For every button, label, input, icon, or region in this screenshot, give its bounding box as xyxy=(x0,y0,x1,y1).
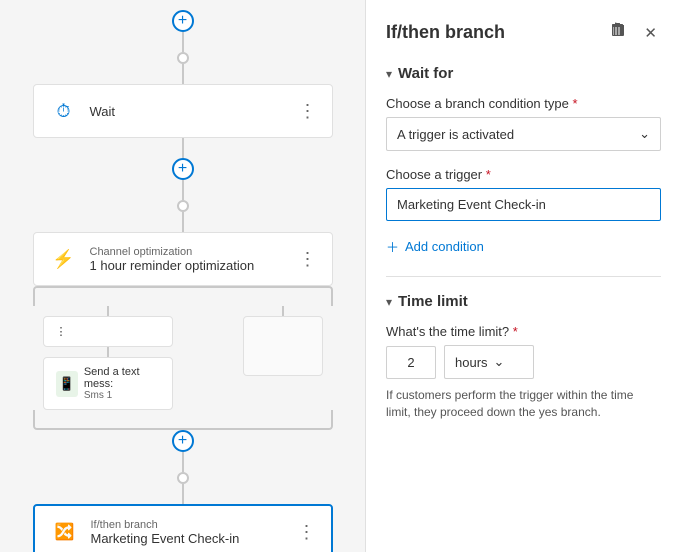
branch-condition-select[interactable]: A trigger is activated ⌄ xyxy=(386,117,661,151)
channel-opt-subtitle: Channel optimization xyxy=(90,246,255,258)
connector xyxy=(182,180,184,200)
branch-right-card xyxy=(243,316,323,376)
divider xyxy=(386,276,661,277)
connector xyxy=(182,64,184,84)
wait-card-left: ⏱ Wait xyxy=(48,95,116,127)
connector-dot xyxy=(177,472,189,484)
ifthen-menu[interactable]: ⋮ xyxy=(298,522,317,543)
time-unit-value: hours xyxy=(455,355,488,370)
connector xyxy=(182,138,184,158)
close-button[interactable]: ✕ xyxy=(640,22,661,44)
required-asterisk2: * xyxy=(486,167,491,182)
trigger-label: Choose a trigger * xyxy=(386,167,661,182)
time-limit-title: Time limit xyxy=(398,293,468,310)
connector xyxy=(182,484,184,504)
wait-menu[interactable]: ⋮ xyxy=(299,101,318,122)
wait-title: Wait xyxy=(90,104,116,119)
trigger-group: Choose a trigger * xyxy=(386,167,661,221)
sms-title: Send a text mess: xyxy=(84,366,160,390)
time-value-input[interactable] xyxy=(386,346,436,379)
unit-chevron-icon: ⌄ xyxy=(494,354,505,370)
required-asterisk3: * xyxy=(513,324,518,339)
branch-condition-label: Choose a branch condition type * xyxy=(386,96,661,111)
chevron-down-icon2: ▾ xyxy=(386,295,392,309)
channel-opt-text: Channel optimization 1 hour reminder opt… xyxy=(90,246,255,273)
branch-condition-group: Choose a branch condition type * A trigg… xyxy=(386,96,661,151)
time-limit-section-header[interactable]: ▾ Time limit xyxy=(386,293,661,310)
helper-text: If customers perform the trigger within … xyxy=(386,387,661,421)
plus-icon: ＋ xyxy=(386,237,399,256)
wait-for-section-header[interactable]: ▾ Wait for xyxy=(386,65,661,82)
time-unit-select[interactable]: hours ⌄ xyxy=(444,345,534,379)
channel-opt-menu[interactable]: ⋮ xyxy=(299,249,318,270)
sms-text: Send a text mess: Sms 1 xyxy=(84,366,160,401)
channel-icon: ⚡ xyxy=(48,243,80,275)
connector-dot xyxy=(177,200,189,212)
time-limit-row: hours ⌄ xyxy=(386,345,661,379)
ifthen-title: Marketing Event Check-in xyxy=(91,531,240,546)
connector xyxy=(182,212,184,232)
channel-opt-title: 1 hour reminder optimization xyxy=(90,258,255,273)
flow-canvas: + ⏱ Wait ⋮ + ⚡ Channel optimization xyxy=(0,0,365,552)
channel-opt-card[interactable]: ⚡ Channel optimization 1 hour reminder o… xyxy=(33,232,333,286)
connector-dot xyxy=(177,52,189,64)
branch-left-text: ⋮ xyxy=(56,325,67,338)
add-button-lower[interactable]: + xyxy=(172,430,194,452)
trigger-input[interactable] xyxy=(386,188,661,221)
add-button-mid[interactable]: + xyxy=(172,158,194,180)
time-limit-group: What's the time limit? * hours ⌄ If cust… xyxy=(386,324,661,421)
branch-left-title: ⋮ xyxy=(56,325,67,338)
connector xyxy=(182,452,184,472)
add-button-top[interactable]: + xyxy=(172,10,194,32)
wait-card[interactable]: ⏱ Wait ⋮ xyxy=(33,84,333,138)
dropdown-chevron-icon: ⌄ xyxy=(639,126,650,142)
ifthen-icon: 🔀 xyxy=(49,516,81,548)
add-condition-label: Add condition xyxy=(405,239,484,254)
time-limit-question: What's the time limit? * xyxy=(386,324,661,339)
branch-condition-value: A trigger is activated xyxy=(397,127,514,142)
wait-for-title: Wait for xyxy=(398,65,453,82)
ifthen-subtitle: If/then branch xyxy=(91,519,240,531)
right-panel: If/then branch ✕ ▾ Wait for Choose a bra… xyxy=(365,0,681,552)
delete-button[interactable] xyxy=(606,20,630,45)
sms-icon: 📱 xyxy=(56,371,78,397)
ifthen-text: If/then branch Marketing Event Check-in xyxy=(91,519,240,546)
panel-header-icons: ✕ xyxy=(606,20,661,45)
chevron-down-icon: ▾ xyxy=(386,67,392,81)
add-condition-link[interactable]: ＋ Add condition xyxy=(386,237,661,256)
sms-card[interactable]: 📱 Send a text mess: Sms 1 xyxy=(43,357,173,410)
connector xyxy=(182,32,184,52)
ifthen-card[interactable]: 🔀 If/then branch Marketing Event Check-i… xyxy=(33,504,333,552)
wait-icon: ⏱ xyxy=(48,95,80,127)
required-asterisk: * xyxy=(572,96,577,111)
channel-opt-left: ⚡ Channel optimization 1 hour reminder o… xyxy=(48,243,255,275)
panel-header: If/then branch ✕ xyxy=(386,20,661,45)
sms-subtitle: Sms 1 xyxy=(84,390,160,401)
panel-title: If/then branch xyxy=(386,22,505,43)
branch-left-card[interactable]: ⋮ xyxy=(43,316,173,347)
ifthen-left: 🔀 If/then branch Marketing Event Check-i… xyxy=(49,516,240,548)
wait-card-text: Wait xyxy=(90,104,116,119)
